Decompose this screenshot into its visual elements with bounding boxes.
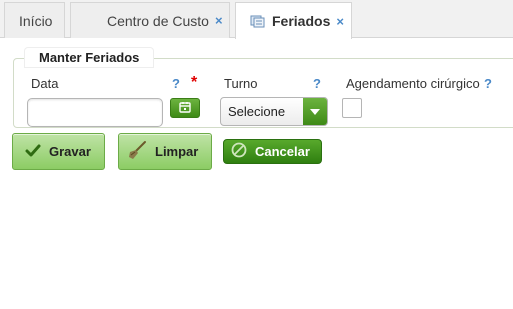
agendamento-help-icon[interactable]: ? — [484, 76, 492, 91]
close-icon[interactable]: × — [215, 13, 223, 28]
turno-help-icon[interactable]: ? — [313, 76, 321, 91]
tab-inicio-label: Início — [19, 12, 53, 29]
agendamento-label: Agendamento cirúrgico — [346, 76, 480, 91]
chevron-down-icon[interactable] — [303, 98, 327, 125]
gravar-button[interactable]: Gravar — [12, 133, 105, 170]
calendar-icon — [179, 101, 191, 116]
tab-feriados-label: Feriados — [272, 13, 331, 29]
cancelar-label: Cancelar — [255, 144, 310, 159]
checkmark-icon — [25, 143, 41, 160]
required-icon: * — [191, 74, 198, 91]
cancelar-button[interactable]: Cancelar — [223, 139, 322, 164]
form-legend: Manter Feriados — [25, 48, 154, 67]
gravar-label: Gravar — [49, 144, 91, 159]
limpar-label: Limpar — [155, 144, 199, 159]
tab-centro-de-custo[interactable]: Centro de Custo × — [70, 2, 230, 38]
tab-feriados[interactable]: Feriados × — [235, 2, 352, 39]
close-icon[interactable]: × — [336, 14, 344, 29]
calendar-button[interactable] — [170, 98, 200, 118]
data-input[interactable] — [27, 98, 163, 127]
turno-select[interactable]: Selecione — [220, 97, 328, 126]
agendamento-checkbox[interactable] — [342, 98, 362, 118]
data-help-icon[interactable]: ? — [172, 76, 180, 91]
tab-centro-de-custo-label: Centro de Custo — [107, 12, 209, 29]
broom-icon — [127, 140, 147, 163]
tab-inicio[interactable]: Início — [4, 2, 65, 38]
calendar-page-icon — [250, 14, 266, 28]
data-label: Data — [31, 76, 59, 91]
limpar-button[interactable]: Limpar — [118, 133, 212, 170]
turno-label: Turno — [224, 76, 258, 91]
cancel-circle-icon — [231, 142, 247, 161]
tab-bar: Início Centro de Custo × Feriados × — [0, 0, 513, 39]
turno-selected-value: Selecione — [228, 104, 286, 119]
